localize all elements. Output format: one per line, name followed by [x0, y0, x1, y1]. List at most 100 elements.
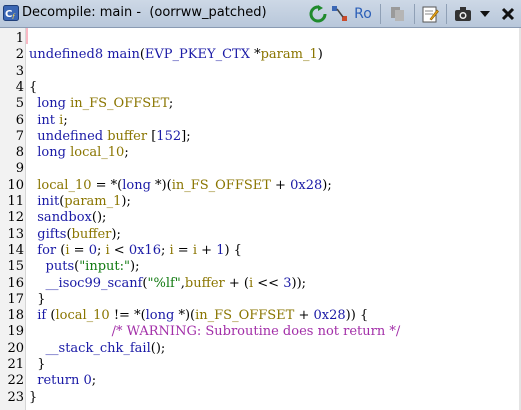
code-token[interactable]: 0: [89, 243, 97, 258]
line-number: 23: [7, 389, 24, 405]
code-token[interactable]: in_FS_OFFSET: [70, 96, 169, 111]
code-token[interactable]: undefined8: [29, 47, 103, 62]
code-token[interactable]: local_10: [70, 145, 124, 160]
code-token[interactable]: if: [37, 308, 46, 323]
code-token: ) {: [224, 242, 242, 258]
code-token[interactable]: for: [37, 243, 56, 258]
close-button[interactable]: [499, 4, 517, 24]
code-token[interactable]: __isoc99_scanf: [46, 276, 143, 291]
code-token: <<: [253, 275, 284, 291]
code-line[interactable]: long in_FS_OFFSET;: [29, 96, 173, 112]
code-line[interactable]: int i;: [29, 112, 68, 129]
line-number: 2: [15, 47, 24, 63]
code-line[interactable]: {: [29, 80, 37, 96]
code-token: ;: [124, 145, 129, 161]
menu-dropdown-icon: [480, 11, 490, 17]
menu-dropdown-button[interactable]: [477, 4, 493, 24]
code-token[interactable]: long: [37, 145, 66, 160]
code-token[interactable]: param_1: [64, 194, 121, 209]
code-line[interactable]: __stack_chk_fail();: [29, 341, 166, 357]
code-token[interactable]: buffer: [72, 227, 112, 242]
code-line[interactable]: local_10 = *(long *)(in_FS_OFFSET + 0x28…: [29, 177, 331, 194]
code-token[interactable]: long: [37, 96, 66, 111]
code-token[interactable]: /* WARNING: Subroutine does not return *…: [112, 324, 401, 339]
line-number: 18: [7, 308, 24, 324]
refresh-icon: [309, 5, 327, 23]
code-token: +: [294, 308, 314, 324]
line-number: 4: [15, 79, 24, 95]
code-line[interactable]: __isoc99_scanf("%lf",buffer + (i << 3));: [29, 275, 307, 292]
code-line[interactable]: for (i = 0; i < 0x16; i = i + 1) {: [29, 243, 242, 259]
code-line[interactable]: sandbox();: [29, 210, 106, 226]
code-token[interactable]: "%lf": [147, 276, 180, 291]
line-number: 7: [15, 128, 24, 144]
code-token[interactable]: puts: [46, 259, 75, 274]
line-number: 3: [15, 63, 24, 79]
code-token[interactable]: "input:": [79, 259, 130, 274]
code-token: );: [121, 194, 131, 209]
code-token[interactable]: 3: [283, 276, 291, 291]
code-token[interactable]: gifts: [37, 227, 66, 242]
edit-button[interactable]: [420, 4, 440, 24]
code-token: ;: [63, 112, 68, 128]
code-token[interactable]: undefined: [37, 129, 103, 144]
code-token[interactable]: long: [146, 308, 175, 323]
code-line[interactable]: gifts(buffer);: [29, 227, 121, 243]
code-token[interactable]: local_10: [37, 178, 91, 193]
code-line[interactable]: }: [29, 357, 45, 373]
code-line[interactable]: return 0;: [29, 373, 96, 389]
snapshot-icon: [455, 7, 471, 21]
line-number: 6: [15, 112, 24, 128]
toolbar-separator: [446, 4, 447, 24]
code-token: }: [29, 389, 38, 405]
code-token[interactable]: 0x28: [314, 308, 346, 323]
snapshot-button[interactable]: [453, 4, 473, 24]
code-line[interactable]: if (local_10 != *(long *)(in_FS_OFFSET +…: [29, 308, 368, 324]
code-token: {: [29, 79, 38, 95]
code-line[interactable]: init(param_1);: [29, 194, 131, 210]
code-line[interactable]: puts("input:");: [29, 259, 140, 275]
code-token[interactable]: sandbox: [37, 210, 92, 225]
code-token[interactable]: 0x28: [290, 178, 322, 193]
code-line[interactable]: undefined8 main(EVP_PKEY_CTX *param_1): [29, 47, 323, 63]
line-number-gutter: 1 2 3 4 5 6 7 8 9 10 11 12 13 14 15 16 17 18 19 20 21 22 23: [0, 28, 26, 410]
code-token[interactable]: __stack_chk_fail: [46, 341, 151, 356]
code-line[interactable]: /* WARNING: Subroutine does not return *…: [29, 324, 401, 340]
code-token[interactable]: buffer: [107, 129, 147, 144]
find-references-button[interactable]: [330, 4, 350, 24]
code-line[interactable]: long local_10;: [29, 145, 129, 161]
find-references-icon: [332, 6, 347, 21]
line-number: 20: [7, 340, 24, 356]
code-token: ));: [291, 275, 307, 291]
code-token[interactable]: 0: [84, 373, 92, 388]
code-line[interactable]: }: [29, 292, 45, 308]
refresh-button[interactable]: [308, 4, 328, 24]
code-token[interactable]: buffer: [185, 276, 225, 291]
line-number: 15: [7, 259, 24, 275]
code-token[interactable]: init: [37, 194, 59, 209]
code-token[interactable]: EVP_PKEY_CTX: [145, 47, 250, 62]
code-token[interactable]: local_10: [55, 308, 109, 323]
line-number: 12: [7, 210, 24, 226]
decompiler-editor[interactable]: 1 2 3 4 5 6 7 8 9 10 11 12 13 14 15 16 17 18 19 20 21 22 23 un…: [0, 28, 521, 410]
code-token: ): [317, 47, 323, 63]
code-token[interactable]: return: [37, 373, 79, 388]
code-token[interactable]: long: [122, 178, 151, 193]
code-line[interactable]: }: [29, 390, 37, 406]
line-number: 5: [15, 96, 24, 112]
copy-button[interactable]: [388, 4, 408, 24]
code-token: );: [111, 226, 121, 242]
code-token[interactable]: in_FS_OFFSET: [195, 308, 294, 323]
code-token[interactable]: int: [37, 113, 55, 128]
code-token: +: [270, 177, 291, 193]
edit-icon: [422, 6, 439, 22]
code-token[interactable]: main: [107, 47, 140, 62]
code-token[interactable]: param_1: [261, 47, 318, 62]
text-cursor: [26, 28, 28, 44]
code-line[interactable]: undefined buffer [152];: [29, 129, 190, 145]
read-only-toggle-button[interactable]: Ro: [352, 4, 374, 24]
code-area[interactable]: undefined8 main(EVP_PKEY_CTX *param_1){ …: [29, 28, 519, 410]
code-token[interactable]: 152: [156, 129, 181, 144]
code-token[interactable]: 0x16: [129, 243, 161, 258]
code-token[interactable]: in_FS_OFFSET: [172, 178, 271, 193]
